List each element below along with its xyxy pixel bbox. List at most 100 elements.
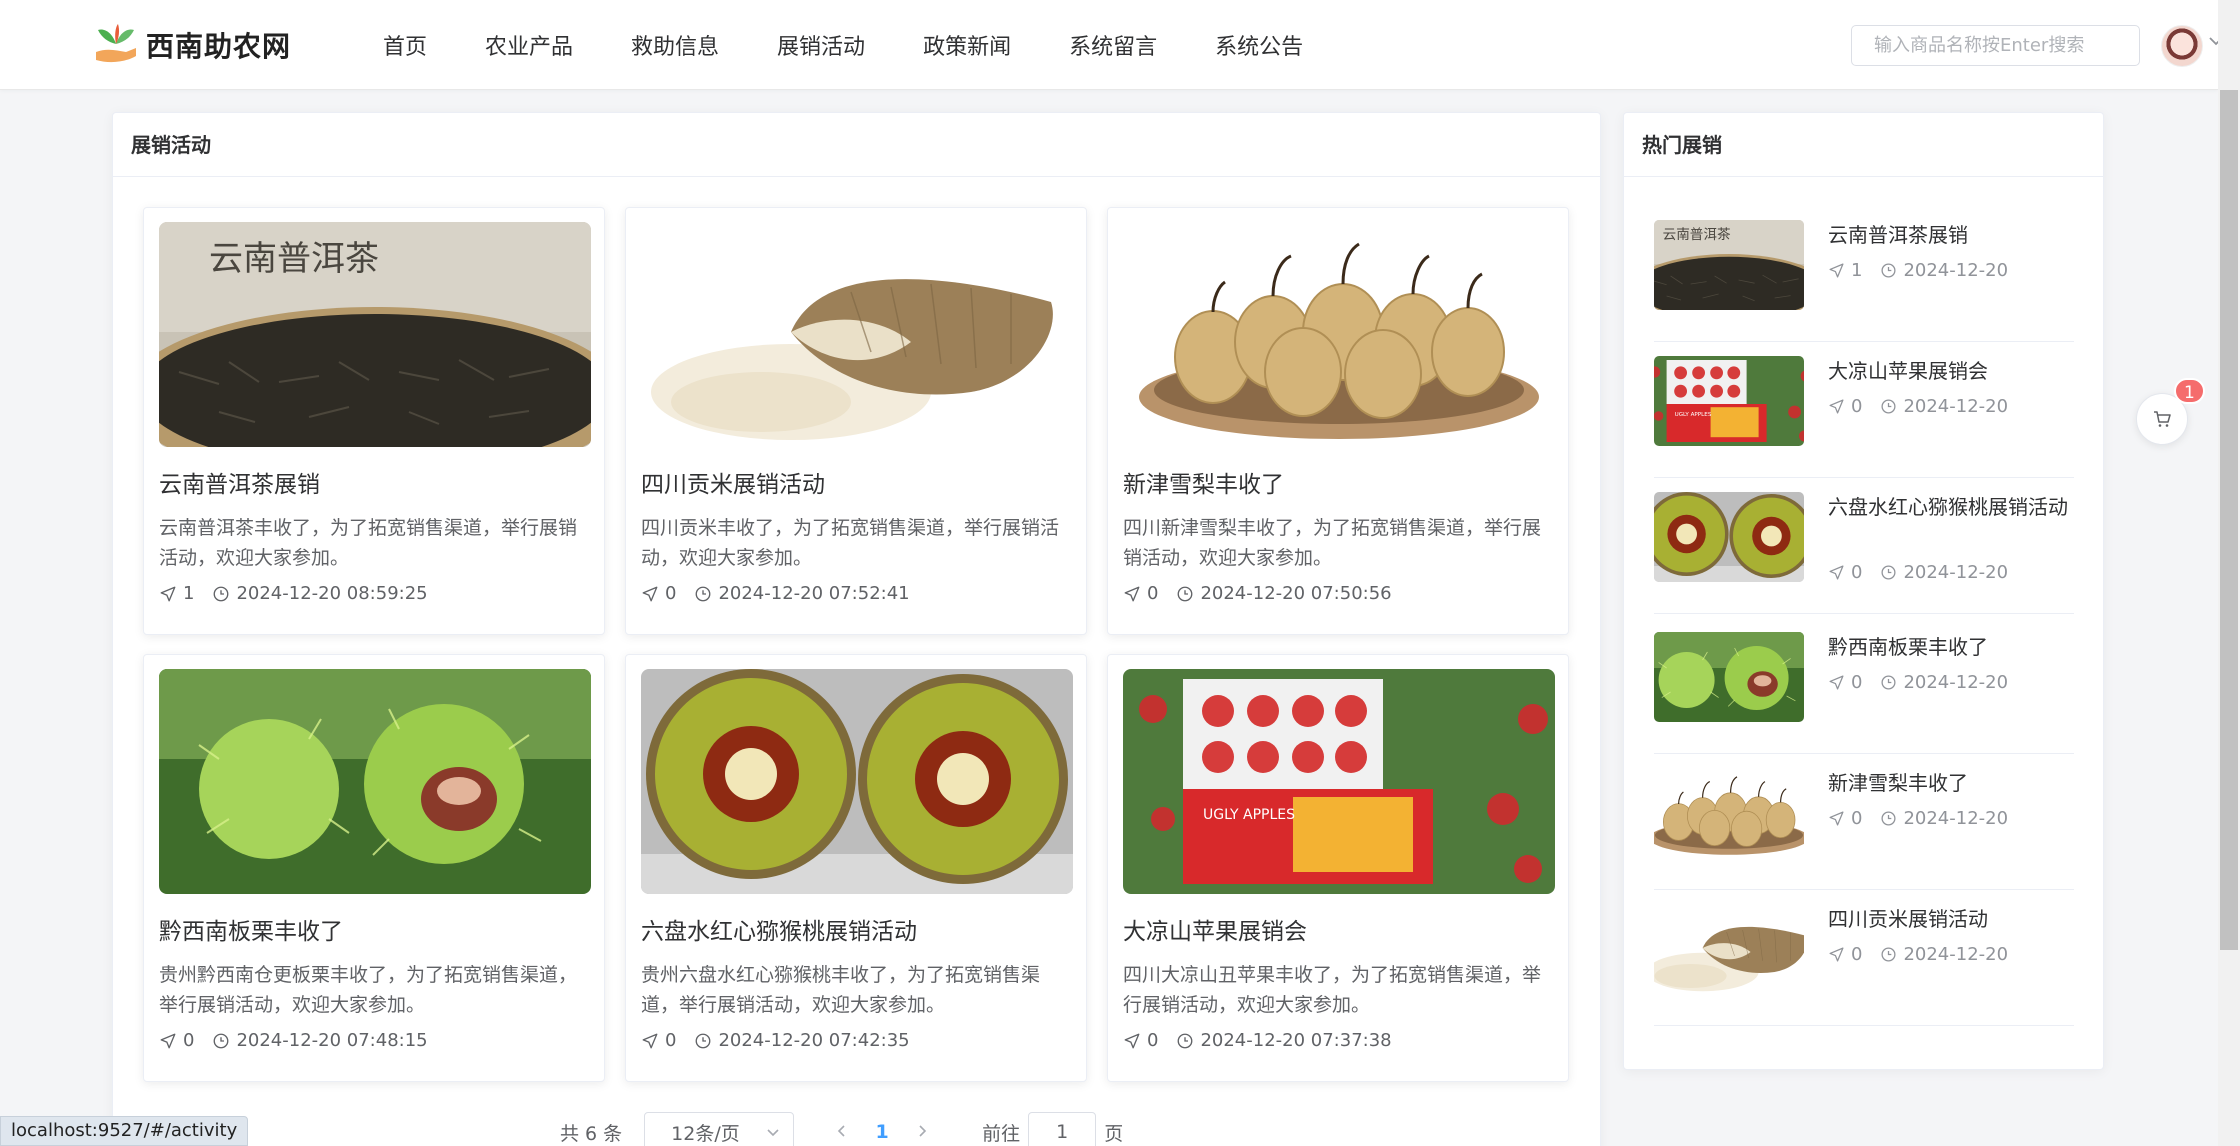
goto-prefix: 前往 [982,1122,1021,1145]
hot-item-image[interactable] [1654,220,1804,310]
hot-item-image[interactable] [1654,356,1804,446]
nav-activities[interactable]: 展销活动 [777,29,865,61]
hot-item[interactable]: 云南普洱茶展销 1 2024-12-20 [1654,220,2074,342]
card-image[interactable] [1123,669,1555,894]
hot-item-date: 2024-12-20 [1903,944,2009,965]
cart-count-badge: 1 [2174,378,2205,404]
hot-item[interactable]: 黔西南板栗丰收了 0 2024-12-20 [1654,632,2074,754]
card-image[interactable] [159,669,591,894]
clock-icon [1880,262,1897,279]
search-input[interactable] [1851,25,2140,66]
card-count: 0 [665,1030,677,1051]
hot-item[interactable]: 大凉山苹果展销会 0 2024-12-20 [1654,356,2074,478]
hot-activities-panel: 热门展销 云南普洱茶展销 1 2024-12-20 大凉山苹果展销会 0 202… [1623,112,2104,1070]
chevron-left-icon [838,1125,845,1137]
clock-icon [1880,398,1897,415]
clock-icon [1176,1032,1194,1050]
card-description: 云南普洱茶丰收了，为了拓宽销售渠道，举行展销活动，欢迎大家参加。 [159,517,578,569]
card-title[interactable]: 四川贡米展销活动 [641,465,1071,499]
hot-item-meta: 0 2024-12-20 [1828,396,2008,417]
send-icon [1828,564,1845,581]
nav-messages[interactable]: 系统留言 [1069,29,1157,61]
panel-title: 展销活动 [113,113,1600,177]
send-icon [1828,946,1845,963]
card-image[interactable] [641,669,1073,894]
card-title[interactable]: 六盘水红心猕猴桃展销活动 [641,912,1071,946]
hot-item-title[interactable]: 六盘水红心猕猴桃展销活动 [1828,492,2074,522]
card-image[interactable] [159,222,591,447]
card-time: 2024-12-20 07:50:56 [1200,583,1392,604]
hot-item-count: 0 [1851,808,1863,829]
next-page-button[interactable] [902,1120,942,1144]
clock-icon [694,585,712,603]
card-time: 2024-12-20 07:48:15 [236,1030,428,1051]
activity-card[interactable]: 六盘水红心猕猴桃展销活动 贵州六盘水红心猕猴桃丰收了，为了拓宽销售渠道，举行展销… [625,654,1087,1082]
nav-products[interactable]: 农业产品 [485,29,573,61]
site-name: 西南助农网 [146,30,292,63]
activity-card[interactable]: 四川贡米展销活动 四川贡米丰收了，为了拓宽销售渠道，举行展销活动，欢迎大家参加。… [625,207,1087,635]
user-avatar[interactable] [2161,25,2203,67]
hot-item-count: 0 [1851,562,1863,583]
hot-item-meta: 0 2024-12-20 [1828,672,2008,693]
hot-item[interactable]: 六盘水红心猕猴桃展销活动 0 2024-12-20 [1654,492,2074,614]
nav-policy-news[interactable]: 政策新闻 [923,29,1011,61]
hot-item-image[interactable] [1654,904,1804,994]
prev-page-button[interactable] [822,1120,862,1144]
site-logo[interactable]: 西南助农网 [92,20,291,70]
card-title[interactable]: 新津雪梨丰收了 [1123,465,1553,499]
clock-icon [1880,674,1897,691]
hot-item-image[interactable] [1654,632,1804,722]
hot-item-title[interactable]: 四川贡米展销活动 [1828,904,2074,934]
card-title[interactable]: 黔西南板栗丰收了 [159,912,589,946]
hot-item-title[interactable]: 新津雪梨丰收了 [1828,768,2074,798]
activity-card[interactable]: 大凉山苹果展销会 四川大凉山丑苹果丰收了，为了拓宽销售渠道，举行展销活动，欢迎大… [1107,654,1569,1082]
card-meta: 0 2024-12-20 07:48:15 [159,1030,589,1051]
card-meta: 0 2024-12-20 07:37:38 [1123,1030,1553,1051]
send-icon [641,1032,659,1050]
activity-card[interactable]: 黔西南板栗丰收了 贵州黔西南仓更板栗丰收了，为了拓宽销售渠道，举行展销活动，欢迎… [143,654,605,1082]
chevron-down-icon [767,1129,779,1137]
hot-item-image[interactable] [1654,768,1804,858]
hot-item[interactable]: 四川贡米展销活动 0 2024-12-20 [1654,904,2074,1026]
nav-aid-info[interactable]: 救助信息 [631,29,719,61]
top-header: 西南助农网 首页 农业产品 救助信息 展销活动 政策新闻 系统留言 系统公告 [0,0,2223,90]
send-icon [1828,262,1845,279]
hot-item-date: 2024-12-20 [1903,260,2009,281]
hot-item-image[interactable] [1654,492,1804,582]
nav-announcements[interactable]: 系统公告 [1215,29,1303,61]
page-number-current[interactable]: 1 [862,1121,902,1143]
scrollbar-thumb[interactable] [2220,90,2238,950]
hot-item[interactable]: 新津雪梨丰收了 0 2024-12-20 [1654,768,2074,890]
clock-icon [1880,810,1897,827]
hot-item-title[interactable]: 大凉山苹果展销会 [1828,356,2074,386]
hot-item-title[interactable]: 黔西南板栗丰收了 [1828,632,2074,662]
card-count: 1 [183,583,195,604]
card-image[interactable] [1123,222,1555,447]
logo-icon [96,24,136,63]
activity-card[interactable]: 新津雪梨丰收了 四川新津雪梨丰收了，为了拓宽销售渠道，举行展销活动，欢迎大家参加… [1107,207,1569,635]
send-icon [159,1032,177,1050]
card-count: 0 [1147,1030,1159,1051]
hot-item-count: 0 [1851,944,1863,965]
page-size-value: 12条/页 [671,1122,740,1145]
chevron-right-icon [919,1125,927,1137]
card-title[interactable]: 大凉山苹果展销会 [1123,912,1553,946]
card-title[interactable]: 云南普洱茶展销 [159,465,589,499]
card-image[interactable] [641,222,1073,447]
card-count: 0 [183,1030,195,1051]
clock-icon [1880,564,1897,581]
card-description: 贵州六盘水红心猕猴桃丰收了，为了拓宽销售渠道，举行展销活动，欢迎大家参加。 [641,964,1041,1016]
card-time: 2024-12-20 07:37:38 [1200,1030,1392,1051]
goto-suffix: 页 [1104,1122,1124,1145]
clock-icon [1880,946,1897,963]
card-meta: 0 2024-12-20 07:52:41 [641,583,1071,604]
activity-card[interactable]: 云南普洱茶展销 云南普洱茶丰收了，为了拓宽销售渠道，举行展销活动，欢迎大家参加。… [143,207,605,635]
send-icon [641,585,659,603]
card-meta: 0 2024-12-20 07:50:56 [1123,583,1553,604]
clock-icon [212,1032,230,1050]
hot-item-title[interactable]: 云南普洱茶展销 [1828,220,2074,250]
goto-page-input[interactable]: 1 [1028,1112,1097,1146]
page-size-select[interactable]: 12条/页 [644,1112,795,1146]
send-icon [159,585,177,603]
nav-home[interactable]: 首页 [383,29,427,61]
